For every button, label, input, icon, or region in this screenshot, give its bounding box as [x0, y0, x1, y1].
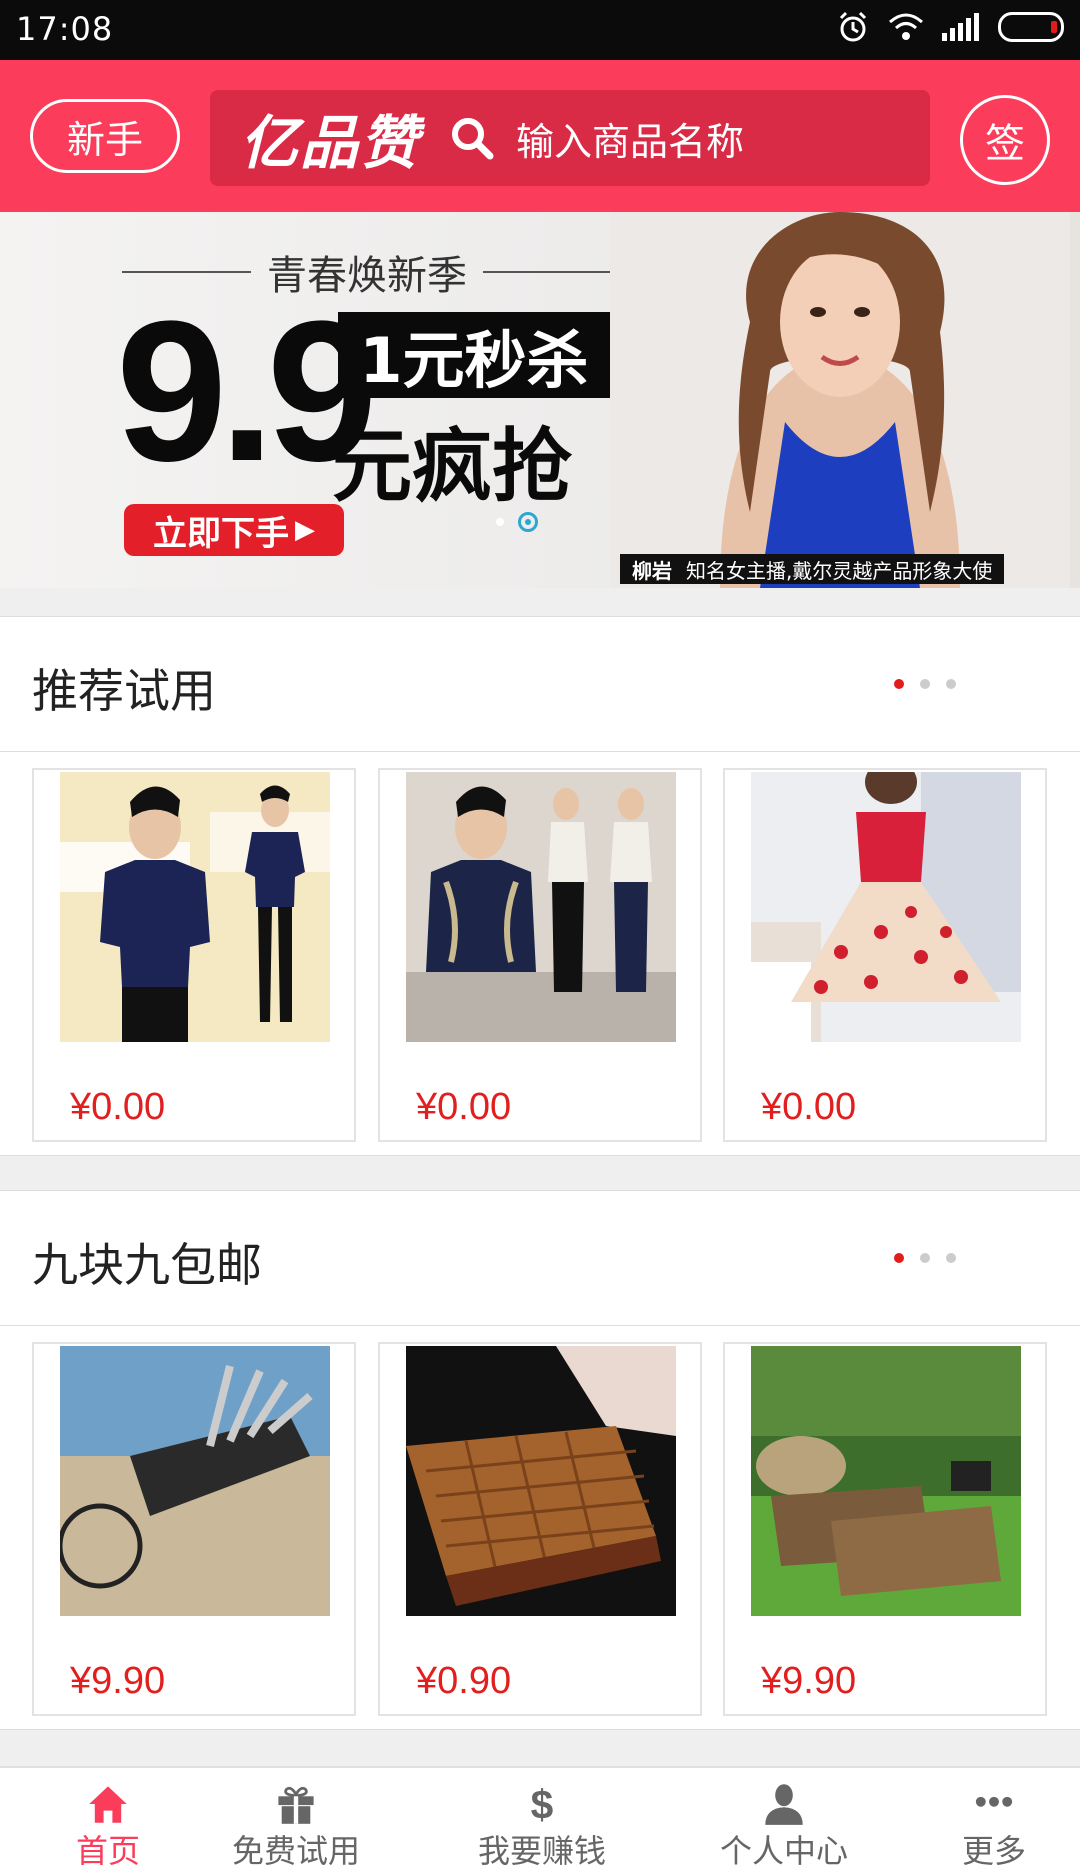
banner-caption-text: 知名女主播,戴尔灵越产品形象大使: [686, 558, 993, 583]
pager-dot-active[interactable]: [894, 1253, 904, 1263]
tab-earn-money[interactable]: $ 我要赚钱: [434, 1768, 650, 1870]
pager-dot[interactable]: [920, 1253, 930, 1263]
product-image-mens-navy-shirt: [60, 772, 330, 1042]
tab-label: 首页: [75, 1832, 140, 1870]
app-screen: 17:08 新手 亿品赞 输入商品名称 签 青春焕新季 9.9 1元秒杀 元疯抢…: [0, 0, 1080, 1870]
gift-icon: [278, 1786, 314, 1824]
tab-label: 我要赚钱: [477, 1832, 606, 1870]
banner-caption: 柳岩 知名女主播,戴尔灵越产品形象大使: [620, 554, 1004, 584]
pager-dot-active[interactable]: [894, 679, 904, 689]
product-price: ¥0.00: [416, 1086, 512, 1128]
status-icons: [836, 10, 1064, 44]
battery-icon: [998, 12, 1064, 42]
section-pager[interactable]: [894, 679, 956, 689]
tab-label: 更多: [961, 1832, 1026, 1870]
section-header-recommend: 推荐试用: [0, 616, 1080, 752]
product-grid-ninenine: ¥9.90 ¥0.90 ¥9.90: [0, 1326, 1080, 1730]
signal-icon: [942, 13, 979, 41]
promo-banner[interactable]: 青春焕新季 9.9 1元秒杀 元疯抢 立即下手 ▶ 柳岩 知名女主播,戴尔灵越产: [0, 212, 1080, 588]
home-icon: [89, 1786, 127, 1823]
more-icon: [975, 1796, 1013, 1807]
divider: [122, 271, 251, 273]
search-input[interactable]: 输入商品名称: [516, 111, 744, 166]
banner-crazy-text: 元疯抢: [332, 420, 572, 513]
tab-label: 个人中心: [719, 1832, 848, 1870]
product-price: ¥0.00: [70, 1086, 166, 1128]
tab-free-trial[interactable]: 免费试用: [188, 1768, 404, 1870]
dollar-icon: $: [531, 1782, 554, 1826]
newbie-button[interactable]: 新手: [30, 99, 180, 173]
pager-dot[interactable]: [920, 679, 930, 689]
banner-seckill: 1元秒杀: [338, 312, 610, 398]
banner-pager-dot-active[interactable]: [518, 512, 538, 532]
search-icon: [452, 118, 494, 160]
bottom-tab-bar: 首页 免费试用 $ 我要赚钱 个人中心 更多: [0, 1766, 1080, 1870]
product-grid-recommend: ¥0.00 ¥0.00 ¥0.00: [0, 752, 1080, 1156]
tab-label: 免费试用: [231, 1832, 360, 1870]
pager-dot[interactable]: [946, 1253, 956, 1263]
product-price: ¥0.00: [761, 1086, 857, 1128]
user-icon: [765, 1784, 803, 1825]
divider: [483, 271, 612, 273]
product-card[interactable]: ¥0.90: [378, 1342, 702, 1716]
product-image-mens-embroidered-shirt: [406, 772, 676, 1042]
product-image-bamboo-seat-cushion: [406, 1346, 676, 1616]
banner-model-image: [610, 212, 1070, 588]
product-image-red-cherry-dress: [751, 772, 1021, 1042]
banner-caption-name: 柳岩: [632, 558, 672, 583]
sign-in-button[interactable]: 签: [960, 95, 1050, 185]
banner-pager-dot[interactable]: [496, 518, 504, 526]
product-image-bicycle-repair-tool: [60, 1346, 330, 1616]
section-header-ninenine: 九块九包邮: [0, 1190, 1080, 1326]
product-card[interactable]: ¥9.90: [723, 1342, 1047, 1716]
banner-pager[interactable]: [496, 512, 538, 532]
section-pager[interactable]: [894, 1253, 956, 1263]
wifi-icon: [889, 13, 923, 40]
product-price: ¥0.90: [416, 1660, 512, 1702]
app-logo: 亿品赞: [240, 109, 421, 177]
status-bar: 17:08: [0, 0, 1080, 60]
tab-more[interactable]: 更多: [886, 1768, 1080, 1870]
product-card[interactable]: ¥0.00: [378, 768, 702, 1142]
tab-personal-center[interactable]: 个人中心: [676, 1768, 892, 1870]
tab-home[interactable]: 首页: [0, 1768, 216, 1870]
banner-cta-label: 立即下手: [153, 513, 289, 554]
product-price: ¥9.90: [761, 1660, 857, 1702]
product-image-bamboo-pillows: [751, 1346, 1021, 1616]
product-price: ¥9.90: [70, 1660, 166, 1702]
product-card[interactable]: ¥0.00: [723, 768, 1047, 1142]
top-header: 新手 亿品赞 输入商品名称 签: [0, 60, 1080, 212]
pager-dot[interactable]: [946, 679, 956, 689]
status-time: 17:08: [16, 10, 114, 48]
section-title: 九块九包邮: [32, 1238, 262, 1292]
banner-cta-button[interactable]: 立即下手 ▶: [124, 504, 344, 556]
svg-text:$: $: [531, 1782, 554, 1826]
alarm-icon: [839, 11, 867, 42]
play-arrow-icon: ▶: [295, 515, 315, 545]
product-card[interactable]: ¥0.00: [32, 768, 356, 1142]
search-bar[interactable]: 亿品赞 输入商品名称: [210, 90, 930, 186]
section-title: 推荐试用: [32, 664, 216, 718]
product-card[interactable]: ¥9.90: [32, 1342, 356, 1716]
